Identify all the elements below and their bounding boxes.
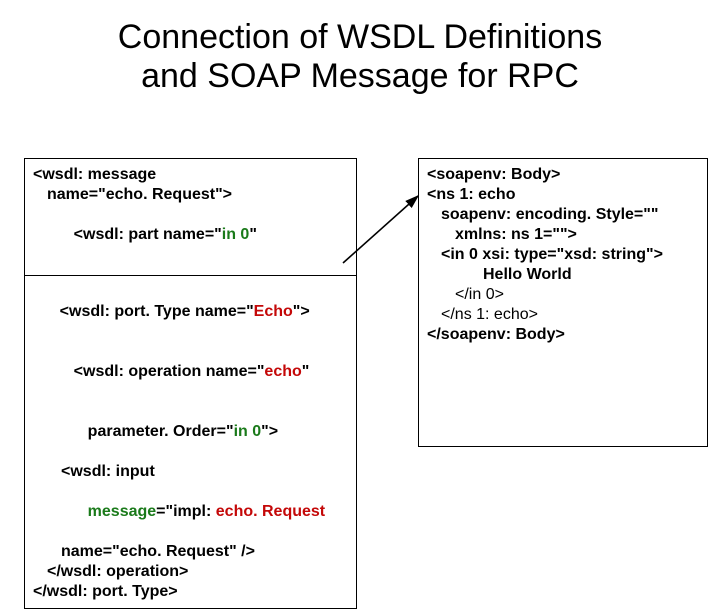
code-line: <wsdl: message (33, 165, 348, 185)
code-line: </ns 1: echo> (427, 305, 699, 325)
highlight-in0: in 0 (234, 423, 262, 440)
code-line: <soapenv: Body> (427, 165, 699, 185)
code-line: </wsdl: operation> (33, 562, 348, 582)
code-line: </soapenv: Body> (427, 325, 699, 345)
code-line: <wsdl: input (33, 462, 348, 482)
code-line: <wsdl: port. Type name="Echo"> (33, 282, 348, 342)
code-line: xmlns: ns 1=""> (427, 225, 699, 245)
soap-body-box: <soapenv: Body> <ns 1: echo soapenv: enc… (418, 158, 708, 447)
code-line: </wsdl: port. Type> (33, 582, 348, 602)
code-line: <ns 1: echo (427, 185, 699, 205)
code-line: <wsdl: operation name="echo" (33, 342, 348, 402)
code-line: name="echo. Request"> (33, 185, 348, 205)
highlight-echo-op: echo (264, 363, 301, 380)
highlight-echo-type: Echo (254, 303, 293, 320)
code-line: name="echo. Request" /> (33, 542, 348, 562)
code-line: <wsdl: part name="in 0" (33, 205, 348, 265)
code-line: </in 0> (427, 285, 699, 305)
highlight-echo-request: echo. Request (216, 503, 325, 520)
wsdl-porttype-box: <wsdl: port. Type name="Echo"> <wsdl: op… (24, 275, 357, 609)
code-line: soapenv: encoding. Style="" (427, 205, 699, 225)
slide-title: Connection of WSDL Definitions and SOAP … (0, 18, 720, 96)
code-line: parameter. Order="in 0"> (33, 402, 348, 462)
highlight-message-kw: message (88, 503, 157, 520)
code-line: <in 0 xsi: type="xsd: string"> (427, 245, 699, 265)
highlight-in0: in 0 (222, 226, 250, 243)
code-line: Hello World (427, 265, 699, 285)
code-line: message="impl: echo. Request (33, 482, 348, 542)
